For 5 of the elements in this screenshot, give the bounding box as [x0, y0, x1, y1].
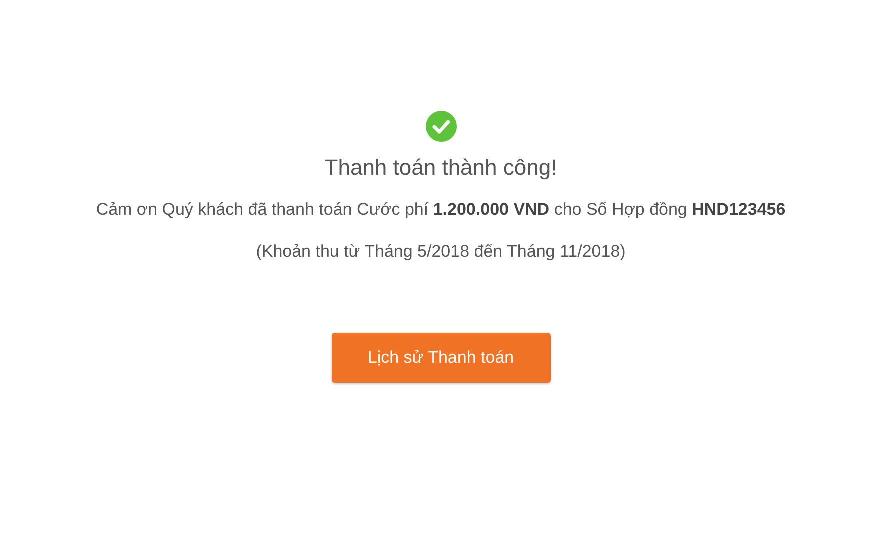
payment-history-button[interactable]: Lịch sử Thanh toán — [332, 333, 550, 383]
payment-period: (Khoản thu từ Tháng 5/2018 đến Tháng 11/2018) — [256, 241, 626, 263]
success-check-icon — [426, 111, 456, 142]
success-title: Thanh toán thành công! — [324, 154, 558, 182]
payment-message: Cảm ơn Quý khách đã thanh toán Cước phí 1.200.000 VND cho Số Hợp đồng HND123456 — [96, 199, 786, 221]
